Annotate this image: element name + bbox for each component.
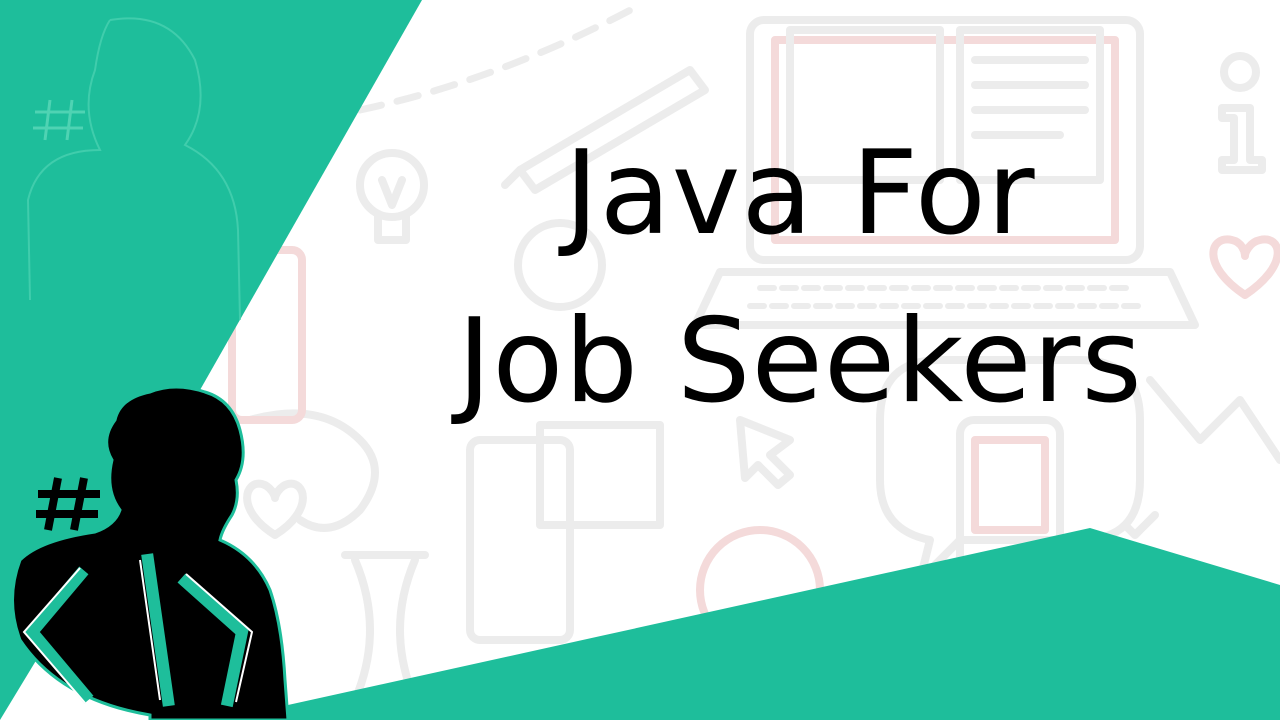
- heart-icon: [1209, 235, 1280, 299]
- thumbnail-canvas: Java For Job Seekers: [0, 0, 1280, 720]
- page-title: Java For Job Seekers: [400, 110, 1200, 446]
- heart-small-icon: [243, 479, 307, 539]
- curve-line: [246, 409, 379, 532]
- notebook-icon: [466, 421, 664, 644]
- title-line-2: Job Seekers: [457, 294, 1143, 429]
- title-line-1: Java For: [564, 126, 1036, 261]
- info-icon: [1218, 52, 1266, 174]
